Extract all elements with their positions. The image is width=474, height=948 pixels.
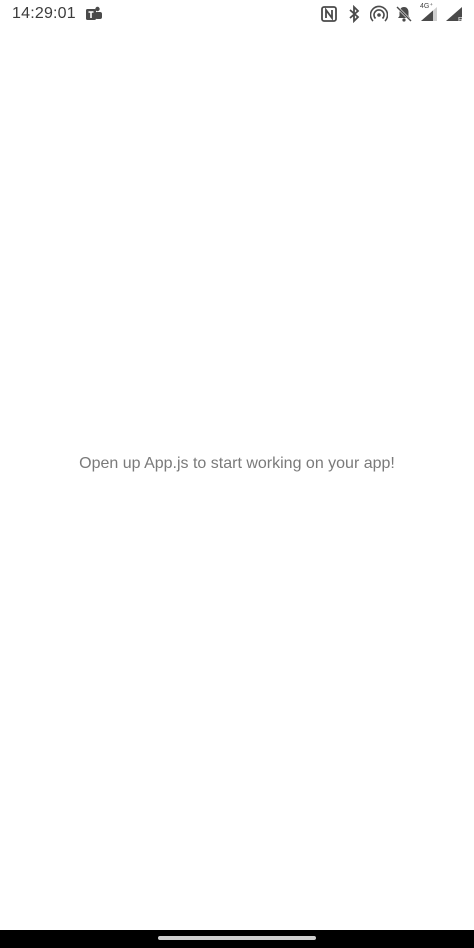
status-right: 4G⁺ R xyxy=(319,3,464,24)
bluetooth-icon xyxy=(344,4,364,24)
home-gesture-handle[interactable] xyxy=(158,936,316,940)
signal-icon: R xyxy=(444,4,464,24)
status-bar: 14:29:01 4G⁺ R xyxy=(0,0,474,28)
status-clock: 14:29:01 xyxy=(12,5,76,22)
notifications-off-icon xyxy=(394,4,414,24)
navigation-bar xyxy=(0,930,474,948)
app-screen: 14:29:01 4G⁺ R Open up App.js to start w… xyxy=(0,0,474,948)
welcome-message: Open up App.js to start working on your … xyxy=(79,455,395,472)
status-left: 14:29:01 xyxy=(12,4,104,24)
nfc-icon xyxy=(319,4,339,24)
mobile-signal-icon: 4G⁺ xyxy=(419,3,439,24)
teams-icon xyxy=(84,4,104,24)
roaming-label: R xyxy=(457,17,463,24)
network-type-label: 4G⁺ xyxy=(420,3,434,10)
hotspot-icon xyxy=(369,4,389,24)
